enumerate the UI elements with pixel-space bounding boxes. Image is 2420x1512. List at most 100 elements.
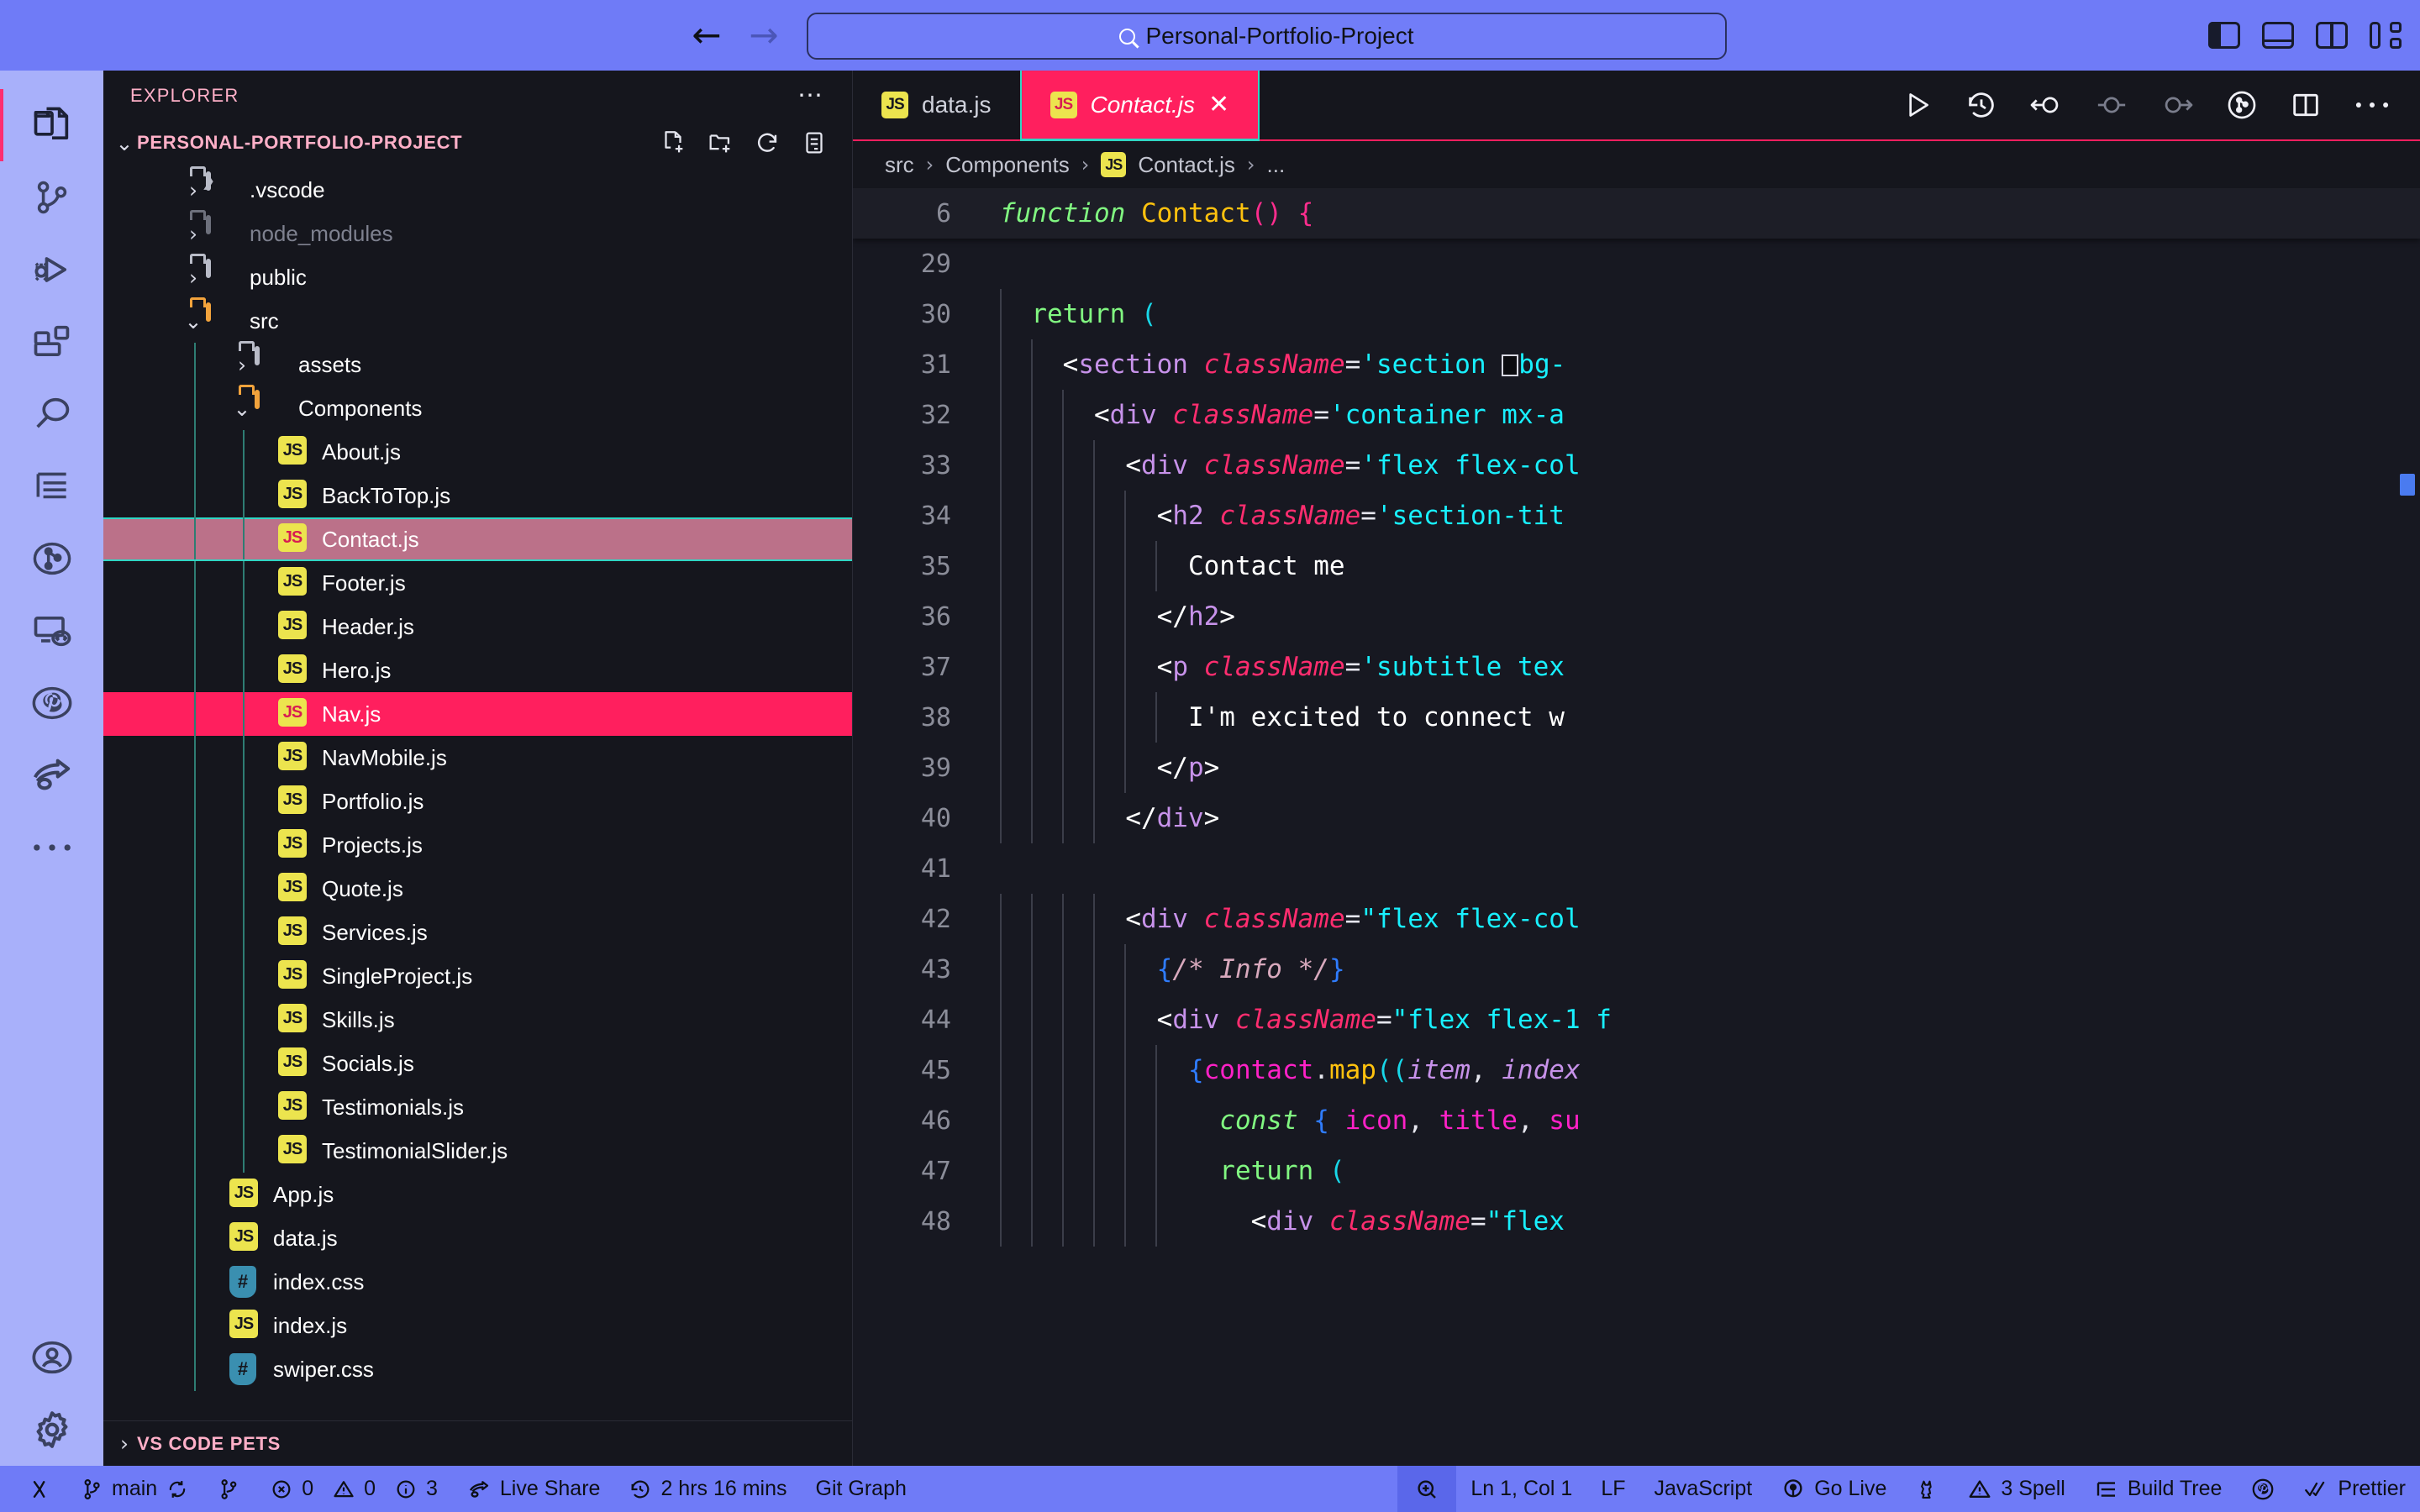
tree-item-services-js[interactable]: JS Services.js bbox=[103, 911, 852, 954]
chevron-down-icon[interactable]: ⌄ bbox=[229, 396, 255, 421]
run-icon[interactable] bbox=[1901, 88, 1934, 122]
code-line[interactable]: 32 <div className='container mx-a bbox=[853, 390, 2420, 440]
status-spell-checker[interactable]: 3 Spell bbox=[1953, 1466, 2079, 1512]
split-editor-icon[interactable] bbox=[2289, 88, 2323, 122]
toggle-panel-icon[interactable] bbox=[2262, 22, 2294, 49]
go-back-icon[interactable] bbox=[2028, 88, 2064, 122]
arrow-left-icon[interactable]: ← bbox=[689, 18, 724, 53]
code-line[interactable]: 33 <div className='flex flex-col bbox=[853, 440, 2420, 491]
chevron-right-icon[interactable]: › bbox=[181, 222, 206, 246]
code-line[interactable]: 44 <div className="flex flex-1 f bbox=[853, 995, 2420, 1045]
status-zoom[interactable] bbox=[1397, 1466, 1457, 1512]
tab-contact-js[interactable]: JS Contact.js ✕ bbox=[1019, 71, 1260, 141]
arrow-right-icon[interactable]: → bbox=[746, 18, 781, 53]
tree-item-src[interactable]: ⌄ src bbox=[103, 299, 852, 343]
tree-item-app-js[interactable]: JS App.js bbox=[103, 1173, 852, 1216]
workspace-root-row[interactable]: ⌄ PERSONAL-PORTFOLIO-PROJECT bbox=[103, 121, 852, 165]
tree-item-data-js[interactable]: JS data.js bbox=[103, 1216, 852, 1260]
code-line[interactable]: 41 bbox=[853, 843, 2420, 894]
code-line[interactable]: 37 <p className='subtitle tex bbox=[853, 642, 2420, 692]
code-line[interactable]: 39 </p> bbox=[853, 743, 2420, 793]
code-line[interactable]: 34 <h2 className='section-tit bbox=[853, 491, 2420, 541]
code-editor[interactable]: 6 function Contact() { 29 30 return (31 <… bbox=[853, 188, 2420, 1466]
git-graph-icon[interactable] bbox=[2225, 88, 2259, 122]
sidebar-item-source-control[interactable] bbox=[0, 161, 103, 234]
sticky-scroll-line[interactable]: 6 function Contact() { bbox=[853, 188, 2420, 239]
close-icon[interactable]: ✕ bbox=[1208, 92, 1229, 118]
collapse-all-icon[interactable] bbox=[800, 129, 829, 157]
code-line[interactable]: 45 {contact.map((item, index bbox=[853, 1045, 2420, 1095]
tree-item-index-css[interactable]: # index.css bbox=[103, 1260, 852, 1304]
vertical-scrollbar[interactable] bbox=[2400, 474, 2415, 496]
circle-arrow-right-icon[interactable] bbox=[2160, 88, 2195, 122]
status-language-mode[interactable]: JavaScript bbox=[1640, 1466, 1767, 1512]
code-line[interactable]: 43 {/* Info */} bbox=[853, 944, 2420, 995]
status-remote-host[interactable] bbox=[12, 1466, 66, 1512]
vs-code-pets-panel[interactable]: › VS CODE PETS bbox=[103, 1420, 852, 1466]
status-line-endings[interactable]: LF bbox=[1586, 1466, 1639, 1512]
sidebar-item-more[interactable] bbox=[0, 811, 103, 884]
refresh-icon[interactable] bbox=[753, 129, 781, 157]
chevron-right-icon[interactable]: › bbox=[181, 265, 206, 290]
sidebar-item-explorer[interactable] bbox=[0, 89, 103, 161]
accounts-button[interactable] bbox=[0, 1321, 103, 1394]
sidebar-item-run-and-debug[interactable] bbox=[0, 234, 103, 306]
status-build-tree[interactable]: Build Tree bbox=[2080, 1466, 2237, 1512]
toggle-secondary-sidebar-icon[interactable] bbox=[2316, 22, 2348, 49]
tree-item-socials-js[interactable]: JS Socials.js bbox=[103, 1042, 852, 1085]
code-line[interactable]: 46 const { icon, title, su bbox=[853, 1095, 2420, 1146]
tree-item-nav-js[interactable]: JS Nav.js bbox=[103, 692, 852, 736]
tree-item-vscode[interactable]: › ❯ .vscode bbox=[103, 168, 852, 212]
code-line[interactable]: 29 bbox=[853, 239, 2420, 289]
status-live-share[interactable]: Live Share bbox=[452, 1466, 615, 1512]
new-file-icon[interactable] bbox=[659, 129, 687, 157]
tree-item-backtotop-js[interactable]: JS BackToTop.js bbox=[103, 474, 852, 517]
code-line[interactable]: 30 return ( bbox=[853, 289, 2420, 339]
tree-item-singleproject-js[interactable]: JS SingleProject.js bbox=[103, 954, 852, 998]
tree-item-components[interactable]: ⌄ Components bbox=[103, 386, 852, 430]
tree-item-index-js[interactable]: JS index.js bbox=[103, 1304, 852, 1347]
code-line[interactable]: 36 </h2> bbox=[853, 591, 2420, 642]
file-tree[interactable]: › ❯ .vscode › node_modules › public ⌄ src › assets… bbox=[103, 165, 852, 1420]
tree-item-testimonialslider-js[interactable]: JS TestimonialSlider.js bbox=[103, 1129, 852, 1173]
sidebar-item-github[interactable] bbox=[0, 667, 103, 739]
ellipsis-icon[interactable]: ⋯ bbox=[797, 83, 825, 108]
tree-item-quote-js[interactable]: JS Quote.js bbox=[103, 867, 852, 911]
status-git-graph[interactable]: Git Graph bbox=[802, 1466, 921, 1512]
code-line[interactable]: 35 Contact me bbox=[853, 541, 2420, 591]
tree-item-about-js[interactable]: JS About.js bbox=[103, 430, 852, 474]
toggle-primary-sidebar-icon[interactable] bbox=[2208, 22, 2240, 49]
chevron-down-icon[interactable]: ⌄ bbox=[112, 131, 137, 155]
breadcrumb-item-symbol[interactable]: ... bbox=[1267, 152, 1286, 178]
tree-item-node-modules[interactable]: › node_modules bbox=[103, 212, 852, 255]
tab-data-js[interactable]: JS data.js bbox=[853, 71, 1020, 139]
tree-item-public[interactable]: › public bbox=[103, 255, 852, 299]
tree-item-testimonials-js[interactable]: JS Testimonials.js bbox=[103, 1085, 852, 1129]
code-line[interactable]: 40 </div> bbox=[853, 793, 2420, 843]
tree-item-swiper-css[interactable]: # swiper.css bbox=[103, 1347, 852, 1391]
settings-button[interactable] bbox=[0, 1394, 103, 1466]
sidebar-item-remote-explorer[interactable] bbox=[0, 595, 103, 667]
chevron-right-icon[interactable]: › bbox=[112, 1431, 137, 1456]
sidebar-item-extensions[interactable] bbox=[0, 306, 103, 378]
circle-icon[interactable] bbox=[2094, 88, 2129, 122]
status-git-compare[interactable] bbox=[203, 1466, 255, 1512]
tree-item-navmobile-js[interactable]: JS NavMobile.js bbox=[103, 736, 852, 780]
tree-item-portfolio-js[interactable]: JS Portfolio.js bbox=[103, 780, 852, 823]
timeline-history-icon[interactable] bbox=[1965, 88, 1998, 122]
tree-item-contact-js[interactable]: JS Contact.js bbox=[103, 517, 852, 561]
sidebar-item-outline[interactable] bbox=[0, 450, 103, 522]
sidebar-item-git-graph[interactable] bbox=[0, 522, 103, 595]
status-github[interactable] bbox=[2236, 1466, 2290, 1512]
tree-item-assets[interactable]: › assets bbox=[103, 343, 852, 386]
status-cat-pet[interactable] bbox=[1901, 1466, 1953, 1512]
breadcrumb-item-file[interactable]: Contact.js bbox=[1138, 152, 1235, 178]
code-line[interactable]: 48 <div className="flex bbox=[853, 1196, 2420, 1247]
tree-item-skills-js[interactable]: JS Skills.js bbox=[103, 998, 852, 1042]
tree-item-footer-js[interactable]: JS Footer.js bbox=[103, 561, 852, 605]
chevron-right-icon[interactable]: › bbox=[229, 353, 255, 377]
status-go-live[interactable]: Go Live bbox=[1766, 1466, 1901, 1512]
breadcrumb-item-src[interactable]: src bbox=[885, 152, 914, 178]
sidebar-item-live-share[interactable] bbox=[0, 739, 103, 811]
status-prettier[interactable]: Prettier bbox=[2290, 1466, 2420, 1512]
